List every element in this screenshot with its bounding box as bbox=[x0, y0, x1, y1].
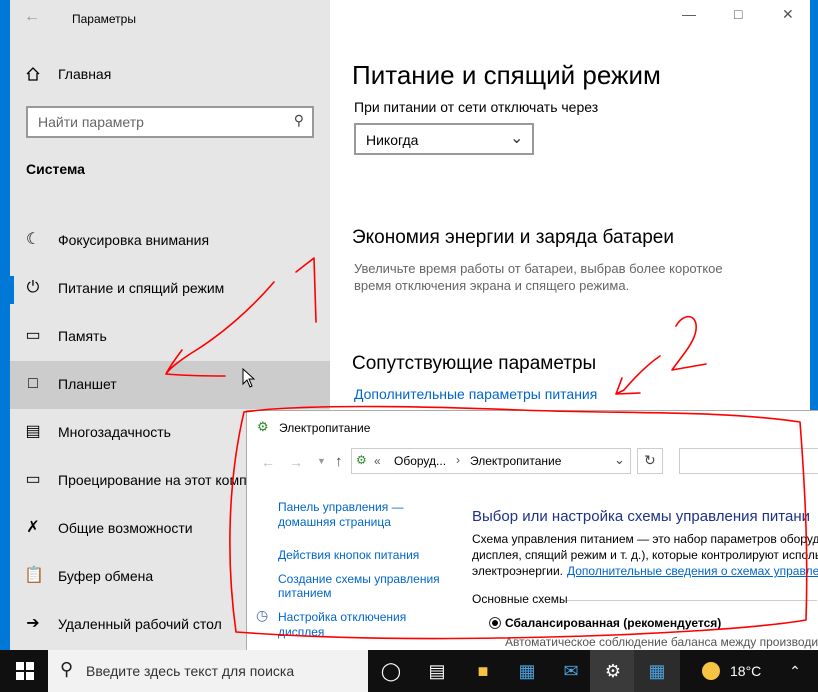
taskbar-search-placeholder: Введите здесь текст для поиска bbox=[86, 663, 295, 679]
temperature-label: 18°C bbox=[730, 663, 762, 679]
taskbar: ⚲ Введите здесь текст для поиска ◯ ▤ ■ ▦… bbox=[0, 650, 818, 692]
file-explorer-icon[interactable]: ■ bbox=[460, 650, 506, 692]
annotation-arrow-2 bbox=[615, 355, 661, 395]
cortana-icon[interactable]: ◯ bbox=[368, 650, 414, 692]
annotation-overlay bbox=[165, 257, 808, 640]
mail-icon[interactable]: ✉ bbox=[548, 650, 594, 692]
windows-logo-icon bbox=[16, 662, 34, 680]
annotation-highlight-circle bbox=[229, 405, 808, 640]
notifications-chevron-icon[interactable]: ⌃ bbox=[772, 650, 818, 692]
store-icon[interactable]: ▦ bbox=[504, 650, 550, 692]
sun-icon bbox=[702, 662, 720, 680]
search-icon: ⚲ bbox=[60, 659, 74, 679]
annotation-number-2 bbox=[671, 315, 707, 371]
annotation-number-1 bbox=[295, 257, 317, 323]
start-button[interactable] bbox=[2, 650, 48, 692]
settings-gear-icon[interactable]: ⚙ bbox=[590, 650, 636, 692]
control-panel-taskbar-icon[interactable]: ▦ bbox=[634, 650, 680, 692]
weather-widget[interactable]: 18°C bbox=[696, 650, 772, 692]
mouse-cursor-icon bbox=[242, 368, 256, 388]
annotation-arrow-1 bbox=[165, 281, 275, 377]
taskbar-search-box[interactable]: ⚲ Введите здесь текст для поиска bbox=[48, 650, 368, 692]
task-view-icon[interactable]: ▤ bbox=[414, 650, 460, 692]
